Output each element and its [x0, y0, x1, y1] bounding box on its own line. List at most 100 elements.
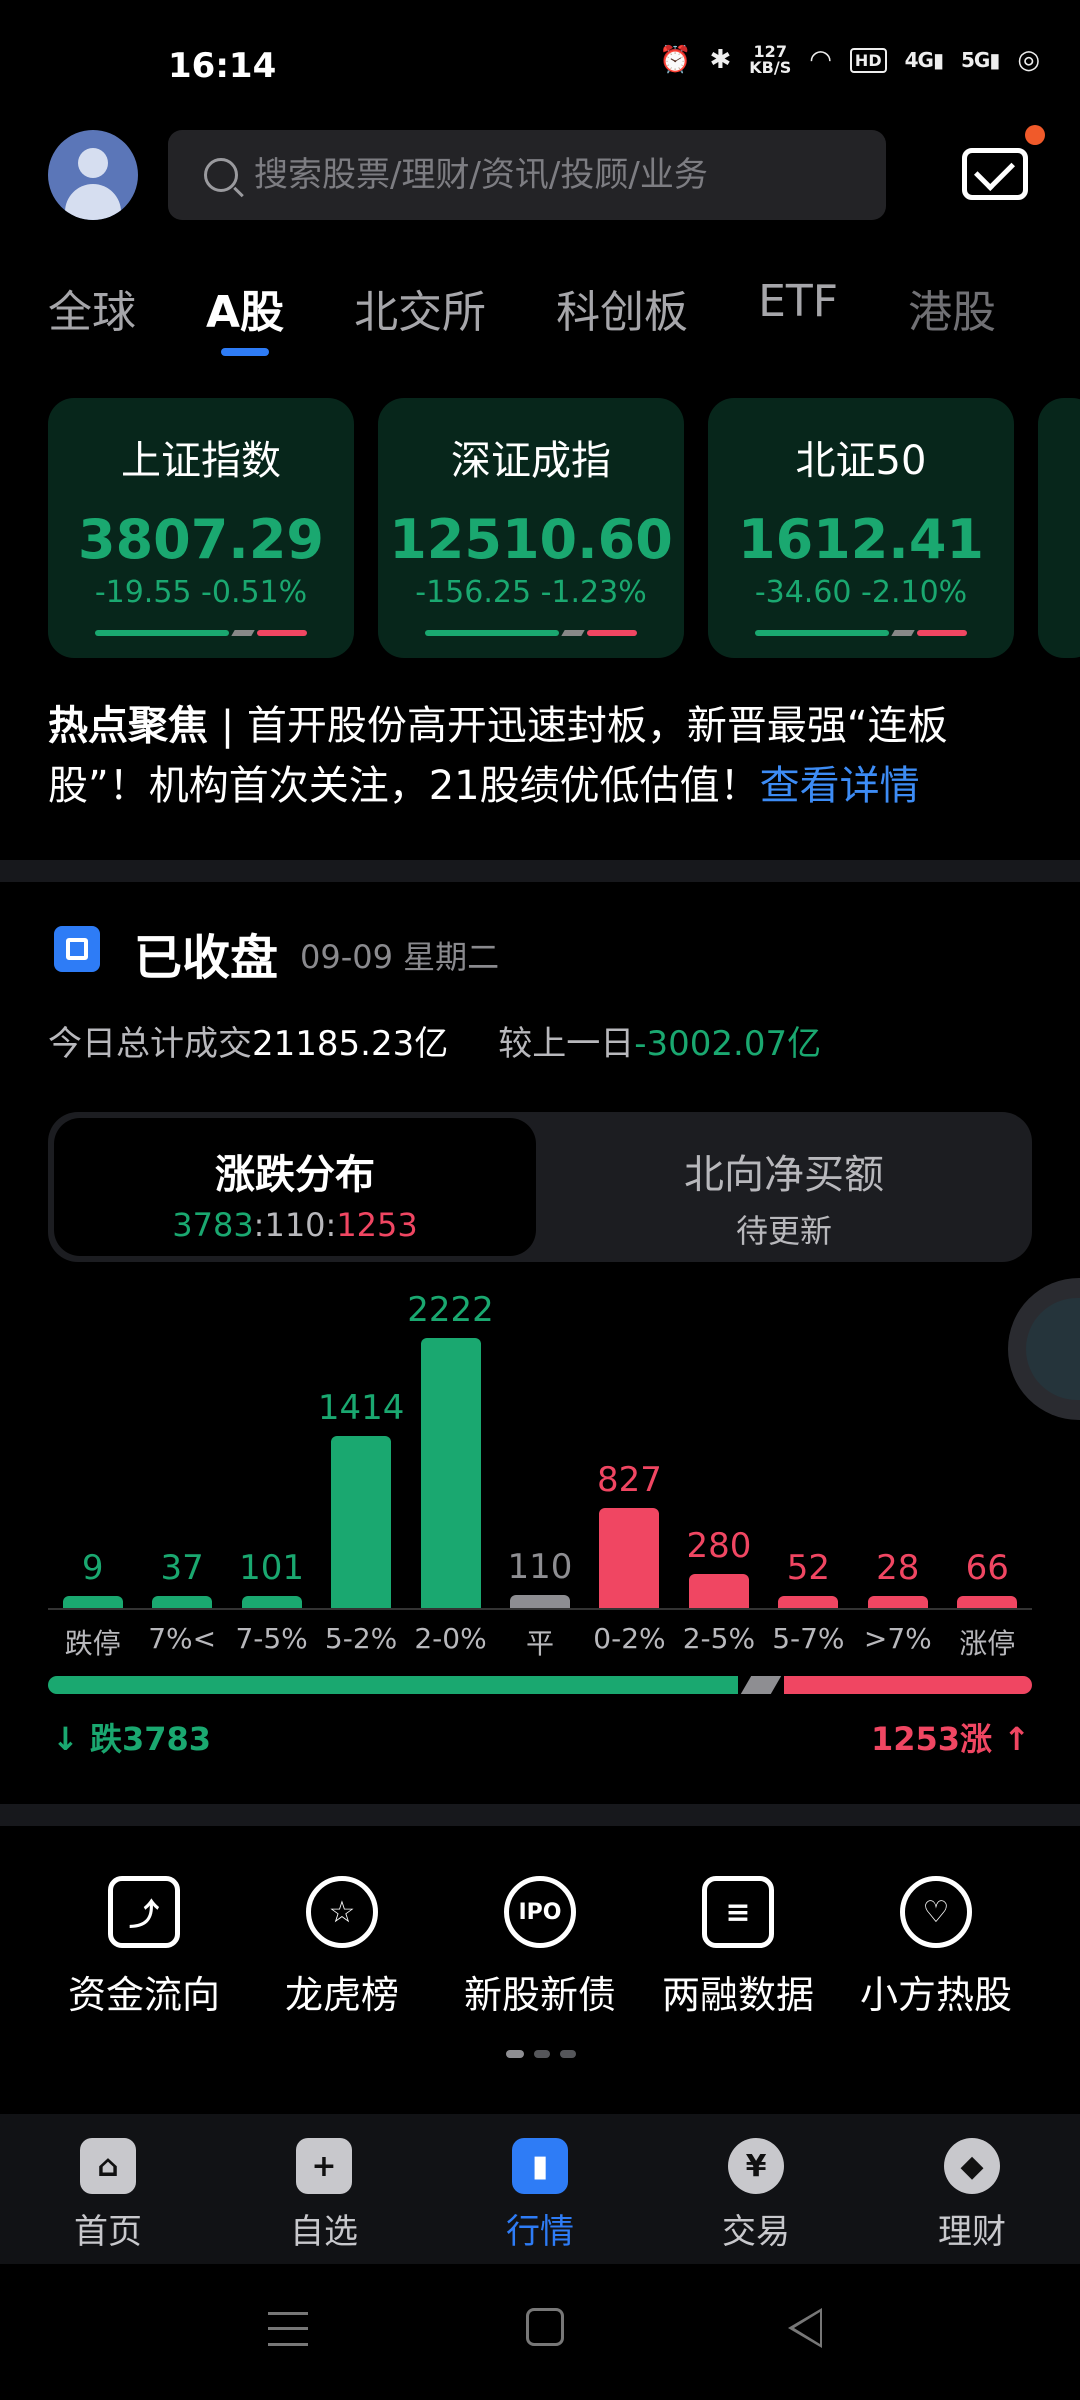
- chart-bar: [778, 1596, 839, 1608]
- index-card-bse50[interactable]: 北证50 1612.41 -34.60 -2.10%: [708, 398, 1014, 658]
- arrow-up-icon: ↑: [992, 1720, 1030, 1758]
- distribution-switch: 涨跌分布 3783:110:1253 北向净买额 待更新: [48, 1112, 1032, 1262]
- chart-bar-value: 66: [965, 1548, 1009, 1588]
- index-change: -34.60 -2.10%: [754, 575, 968, 610]
- chart-bar-value: 110: [507, 1546, 573, 1587]
- index-value: 3807.29: [78, 508, 324, 571]
- home-button-icon[interactable]: [526, 2308, 564, 2346]
- market-tabs: 全球 A股 北交所 科创板 ETF 港股: [48, 276, 1066, 366]
- distribution-flat-segment: [740, 1676, 781, 1694]
- hd-voice-icon: HD: [849, 47, 887, 73]
- news-detail-link[interactable]: 查看详情: [760, 763, 920, 809]
- unread-dot: [1025, 125, 1045, 145]
- chart-bar-value: 2222: [407, 1290, 494, 1330]
- chart-bar: [62, 1596, 123, 1608]
- tab-star-market[interactable]: 科创板: [556, 276, 688, 366]
- index-name: 深证成指: [451, 438, 611, 484]
- nav-wealth[interactable]: ◆ 理财: [892, 2138, 1052, 2253]
- index-card-shenzhen[interactable]: 深证成指 12510.60 -156.25 -1.23%: [378, 398, 684, 658]
- chart-bar-value: 101: [239, 1547, 305, 1588]
- index-name: 北证50: [795, 438, 927, 484]
- menu-icon[interactable]: [268, 2312, 308, 2346]
- shortcut-dragon-tiger[interactable]: ☆ 龙虎榜: [242, 1876, 442, 2019]
- turnover-summary: 今日总计成交21185.23亿 较上一日-3002.07亿: [48, 1024, 822, 1064]
- avatar-body-shape: [65, 184, 121, 220]
- rise-count-label: 1253涨 ↑: [870, 1720, 1030, 1758]
- arrow-down-icon: ↓: [52, 1720, 90, 1758]
- fall-count-label: ↓ 跌3783: [52, 1720, 212, 1758]
- chart-baseline: [48, 1608, 1032, 1610]
- index-card-partial[interactable]: [1038, 398, 1080, 658]
- shortcut-grid: ⤴ 资金流向 ☆ 龙虎榜 IPO 新股新债 ≡ 两融数据 ♡ 小方热股: [0, 1876, 1080, 2026]
- bottom-nav: ⌂ 首页 + 自选 ▮ 行情 ¥ 交易 ◆ 理财: [0, 2114, 1080, 2264]
- search-bar[interactable]: [168, 130, 886, 220]
- avatar-head-shape: [78, 148, 108, 178]
- index-value: 12510.60: [389, 508, 673, 571]
- search-input[interactable]: [254, 155, 886, 195]
- tab-a-share[interactable]: A股: [206, 276, 284, 366]
- segment-rise-fall[interactable]: 涨跌分布 3783:110:1253: [54, 1118, 536, 1256]
- chart-bar: [867, 1596, 928, 1608]
- market-chart-icon: ▮: [512, 2138, 568, 2194]
- shortcut-fund-flow[interactable]: ⤴ 资金流向: [44, 1876, 244, 2019]
- distribution-rise-segment: [783, 1676, 1032, 1694]
- ranking-medal-icon: ☆: [306, 1876, 378, 1948]
- home-icon: ⌂: [80, 2138, 136, 2194]
- nav-home[interactable]: ⌂ 首页: [28, 2138, 188, 2253]
- tab-global[interactable]: 全球: [48, 276, 136, 366]
- ipo-icon: IPO: [504, 1876, 576, 1948]
- chart-bar: [599, 1507, 660, 1608]
- chart-bar-value: 827: [597, 1459, 662, 1500]
- floating-assistant-button[interactable]: [1008, 1278, 1080, 1420]
- chart-bar: [510, 1594, 570, 1608]
- status-bar: 16:14 ⏰ ✱ 127 KB/S ◠ HD 4G▮ 5G▮ ◎: [0, 0, 1080, 130]
- chart-bar: [957, 1596, 1018, 1608]
- market-date: 09-09 星期二: [300, 938, 500, 976]
- bluetooth-icon: ✱: [709, 45, 732, 75]
- chart-bar-value: 1414: [317, 1388, 405, 1429]
- search-icon: [204, 158, 238, 192]
- nav-market[interactable]: ▮ 行情: [460, 2138, 620, 2253]
- chart-bar: [420, 1338, 481, 1608]
- index-value: 1612.41: [738, 508, 984, 571]
- add-watchlist-icon: +: [296, 2138, 352, 2194]
- distribution-fall-segment: [48, 1676, 738, 1694]
- index-breadth-bar: [425, 630, 637, 636]
- hot-stock-heart-icon: ♡: [900, 1876, 972, 1948]
- alarm-icon: ⏰: [659, 45, 692, 75]
- chart-category-label: 涨停: [959, 1627, 1016, 1660]
- index-breadth-bar: [755, 630, 967, 636]
- chart-bar: [331, 1436, 392, 1608]
- section-divider: [0, 1804, 1080, 1826]
- shortcut-margin-data[interactable]: ≡ 两融数据: [638, 1876, 838, 2019]
- distribution-bar: [48, 1676, 1032, 1694]
- chart-bar: [152, 1596, 213, 1608]
- tab-hk-stock[interactable]: 港股: [908, 276, 996, 366]
- index-breadth-bar: [95, 630, 307, 636]
- hot-news[interactable]: 热点聚焦 | 首开股份高开迅速封板，新晋最强“连板股”！机构首次关注，21股绩优…: [48, 696, 1048, 816]
- signal-5g-icon: 5G▮: [960, 48, 1000, 72]
- back-icon[interactable]: [788, 2308, 822, 2348]
- turnover-change: -3002.07亿: [634, 1024, 822, 1064]
- shortcut-hot-stocks[interactable]: ♡ 小方热股: [836, 1876, 1036, 2019]
- turnover-value: 21185.23亿: [252, 1024, 449, 1064]
- margin-data-icon: ≡: [702, 1876, 774, 1948]
- index-name: 上证指数: [121, 438, 281, 484]
- tab-bse[interactable]: 北交所: [354, 276, 486, 366]
- battery-ring-icon: ◎: [1017, 45, 1040, 75]
- segment-northbound[interactable]: 北向净买额 待更新: [542, 1118, 1026, 1256]
- nav-watchlist[interactable]: + 自选: [244, 2138, 404, 2253]
- news-tag: 热点聚焦: [48, 703, 208, 749]
- market-status-title: 已收盘: [134, 930, 279, 986]
- index-change: -19.55 -0.51%: [94, 575, 308, 610]
- index-card-shanghai[interactable]: 上证指数 3807.29 -19.55 -0.51%: [48, 398, 354, 658]
- rise-fall-ratio: 3783:110:1253: [172, 1206, 418, 1244]
- tab-etf[interactable]: ETF: [758, 276, 838, 366]
- user-avatar[interactable]: [48, 130, 138, 220]
- wealth-diamond-icon: ◆: [944, 2138, 1000, 2194]
- network-speed: 127 KB/S: [749, 42, 792, 77]
- nav-trade[interactable]: ¥ 交易: [676, 2138, 836, 2253]
- message-icon[interactable]: [962, 125, 1045, 200]
- shortcut-ipo[interactable]: IPO 新股新债: [440, 1876, 640, 2019]
- status-time: 16:14: [168, 46, 277, 86]
